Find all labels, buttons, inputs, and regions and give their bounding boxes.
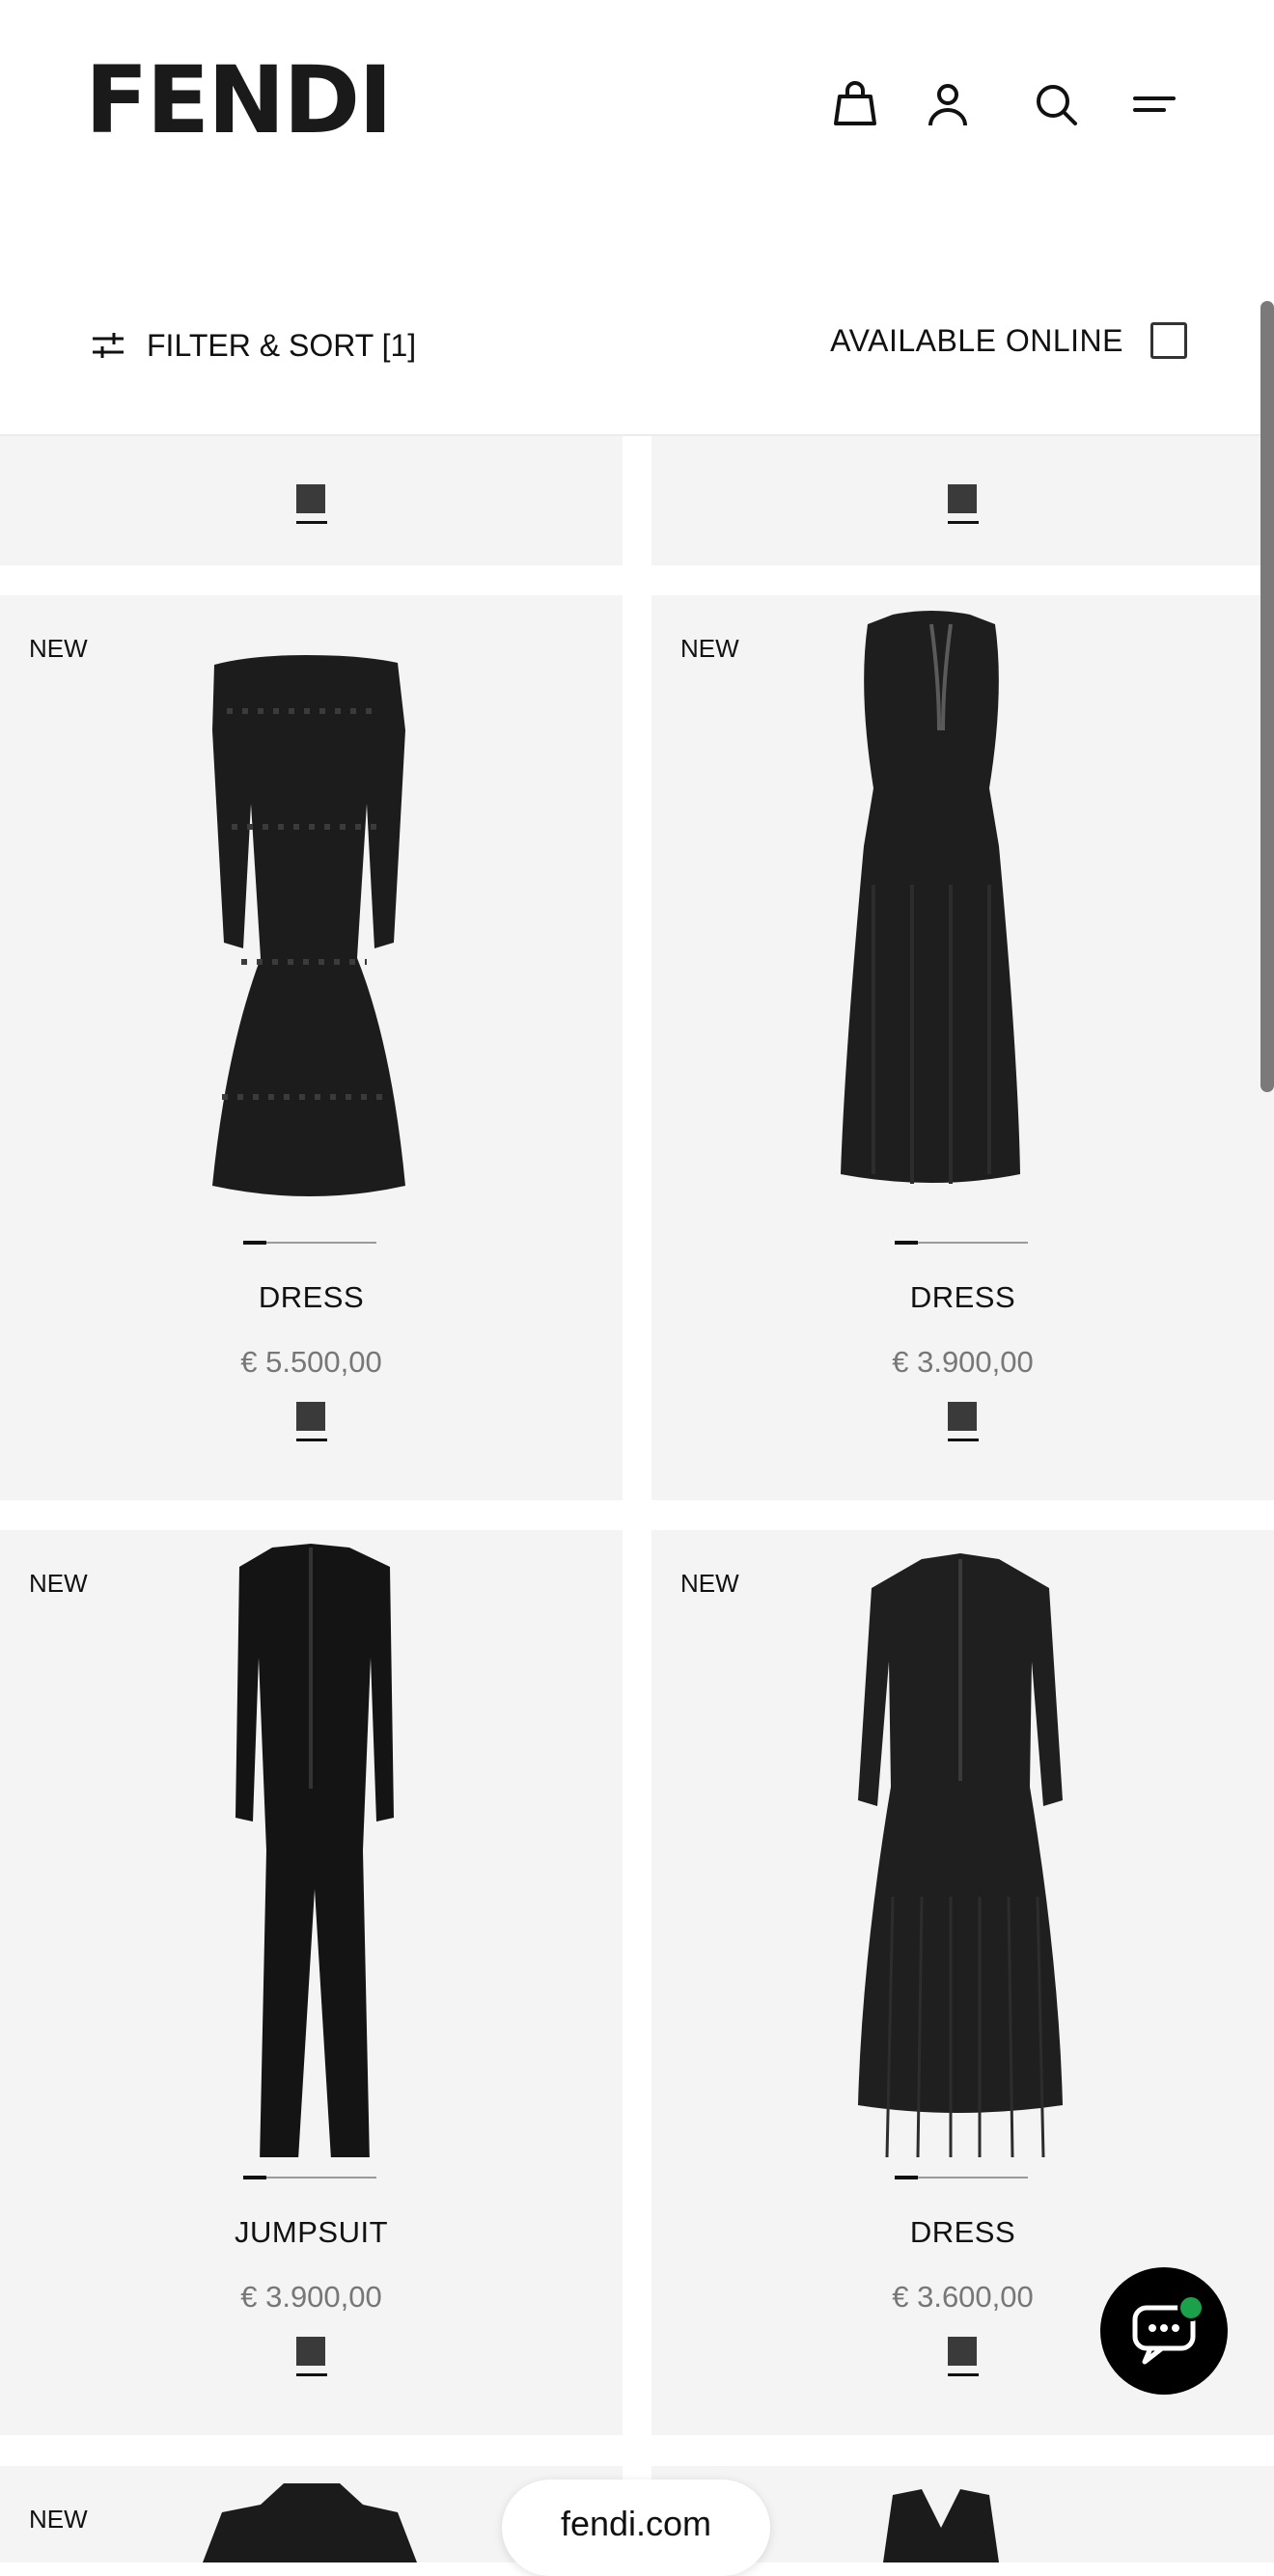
product-name[interactable]: DRESS: [651, 1280, 1274, 1315]
product-name[interactable]: JUMPSUIT: [0, 2215, 623, 2250]
account-icon[interactable]: [921, 77, 975, 131]
color-swatch[interactable]: [948, 1402, 977, 1431]
product-name[interactable]: DRESS: [651, 2215, 1274, 2250]
filter-sort-label: FILTER & SORT [1]: [147, 327, 417, 363]
online-status-dot: [1177, 2294, 1205, 2321]
color-swatch[interactable]: [296, 2337, 325, 2366]
product-price: € 3.900,00: [892, 1345, 1034, 1379]
swatch-underline: [296, 1439, 327, 1441]
product-price: € 5.500,00: [240, 1345, 382, 1379]
menu-icon[interactable]: [1127, 77, 1181, 131]
color-swatch[interactable]: [948, 484, 977, 513]
sleeveless-dress-image[interactable]: [651, 595, 1274, 1222]
site-header: FENDI FILTER & SORT [1] AVAILABLE ONLINE: [0, 0, 1274, 436]
product-card[interactable]: NEW DRESS € 5.500,00: [0, 595, 623, 1500]
available-online-label: AVAILABLE ONLINE: [830, 322, 1123, 358]
product-name[interactable]: DRESS: [0, 1280, 623, 1315]
bag-icon[interactable]: [828, 77, 882, 131]
sliders-icon: [93, 333, 124, 358]
available-online-toggle[interactable]: AVAILABLE ONLINE: [830, 322, 1187, 359]
color-swatch[interactable]: [948, 2337, 977, 2366]
swatch-underline: [948, 1439, 979, 1441]
swatch-underline: [948, 2373, 979, 2376]
search-icon[interactable]: [1029, 77, 1083, 131]
available-online-checkbox[interactable]: [1150, 322, 1187, 359]
swatch-underline: [948, 521, 979, 524]
filter-sort-button[interactable]: FILTER & SORT [1]: [89, 324, 416, 367]
chat-button[interactable]: [1100, 2267, 1228, 2395]
product-card[interactable]: NEW JUMPSUIT € 3.900,00: [0, 1530, 623, 2435]
swatch-underline: [296, 521, 327, 524]
chat-bubble-icon: [1132, 2305, 1196, 2365]
color-swatch[interactable]: [296, 484, 325, 513]
jumpsuit-image[interactable]: [0, 1530, 623, 2157]
image-pager[interactable]: [895, 2176, 1028, 2179]
fendi-logo[interactable]: FENDI: [85, 54, 393, 147]
shirt-dress-image[interactable]: [651, 1530, 1274, 2157]
lace-dress-image[interactable]: [0, 595, 623, 1222]
product-card[interactable]: NEW DRESS € 3.900,00: [651, 595, 1274, 1500]
scrollbar[interactable]: [1260, 301, 1274, 1092]
image-pager[interactable]: [895, 1241, 1028, 1245]
image-pager[interactable]: [243, 2176, 376, 2179]
swatch-underline: [296, 2373, 327, 2376]
image-pager[interactable]: [243, 1241, 376, 1245]
domain-pill[interactable]: fendi.com: [502, 2480, 770, 2576]
color-swatch[interactable]: [296, 1402, 325, 1431]
product-price: € 3.900,00: [240, 2280, 382, 2314]
